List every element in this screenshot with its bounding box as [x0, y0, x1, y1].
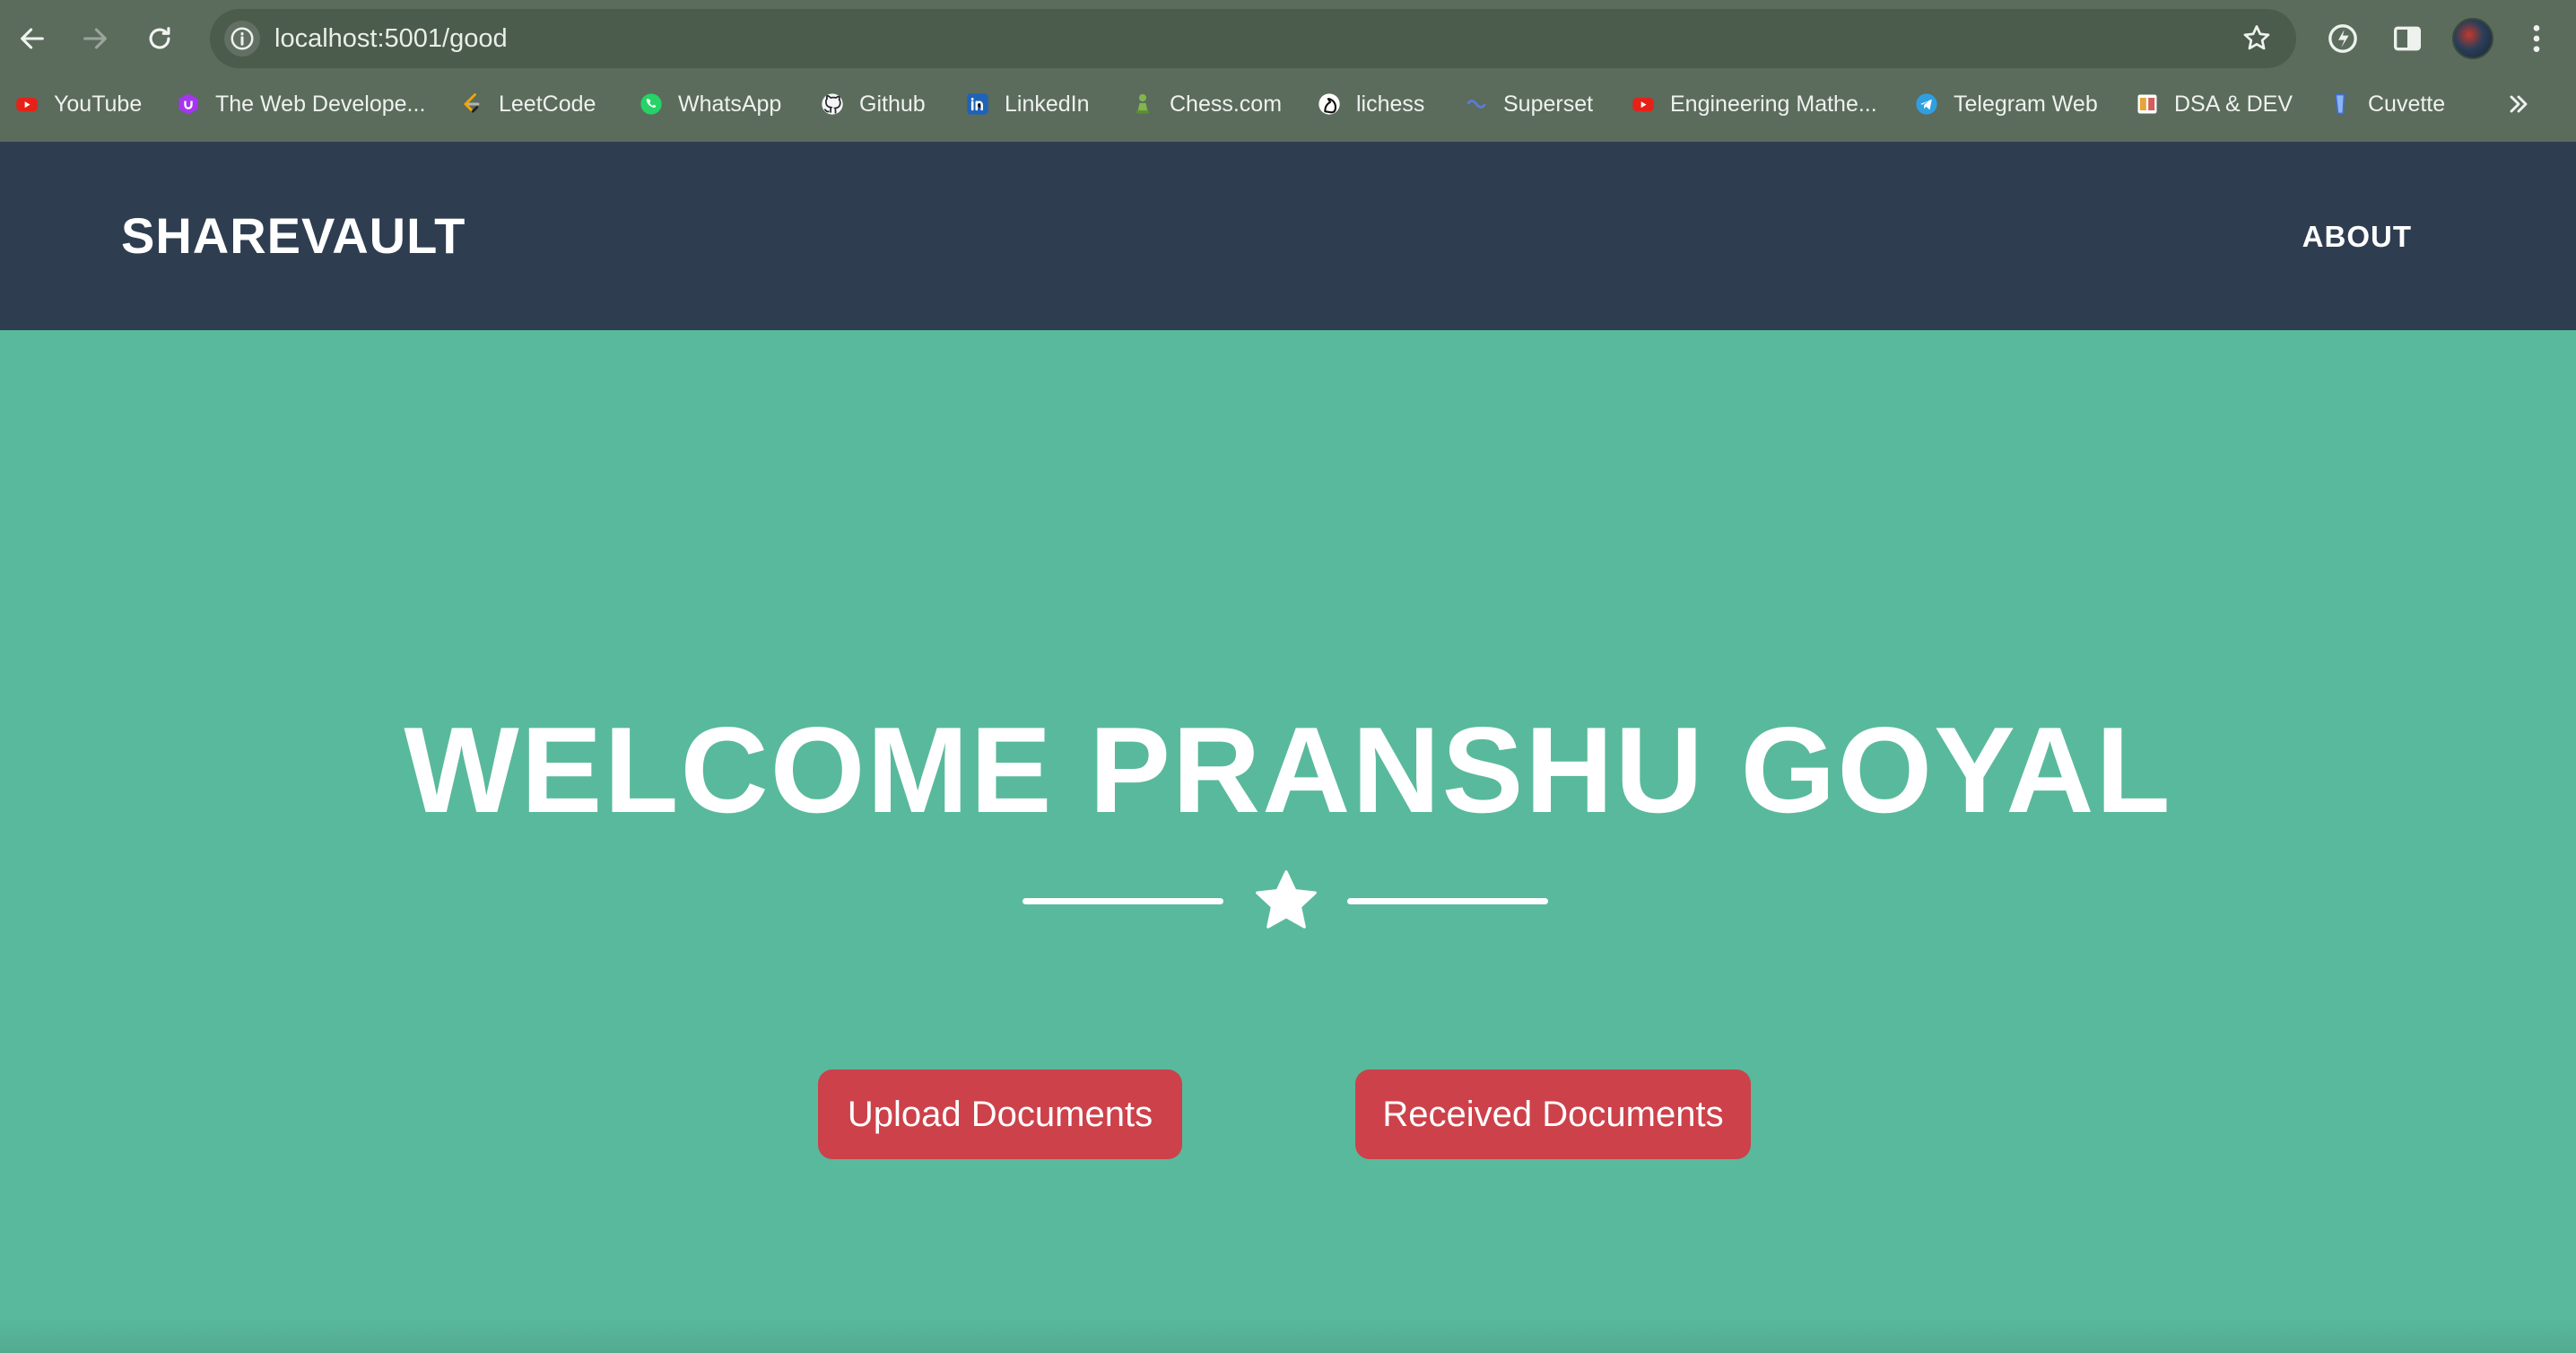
lichess-icon	[1317, 92, 1342, 117]
nav-link-about[interactable]: ABOUT	[2302, 220, 2412, 254]
more-menu-icon[interactable]	[2519, 21, 2554, 57]
browser-chrome: localhost:5001/good YouTube The Web Deve…	[0, 0, 2576, 142]
linkedin-icon	[965, 92, 990, 117]
bookmarks-bar: YouTube The Web Develope... LeetCode Wha…	[0, 77, 2576, 142]
site-navbar: SHAREVAULT ABOUT	[0, 142, 2576, 330]
bookmark-label: LinkedIn	[1005, 91, 1090, 117]
bookmark-web-developer[interactable]: The Web Develope...	[176, 77, 425, 131]
chevron-double-right-icon[interactable]	[2504, 90, 2533, 118]
telegram-icon	[1914, 92, 1939, 117]
bookmark-whatsapp[interactable]: WhatsApp	[639, 77, 781, 131]
upload-documents-button[interactable]: Upload Documents	[818, 1069, 1182, 1159]
bookmark-github[interactable]: Github	[820, 77, 926, 131]
extension-icon[interactable]	[2325, 21, 2361, 57]
bookmark-label: Superset	[1503, 91, 1594, 117]
youtube-icon	[1631, 92, 1656, 117]
bookmark-chess[interactable]: Chess.com	[1130, 77, 1282, 131]
back-button[interactable]	[9, 15, 56, 62]
arrow-right-icon	[83, 28, 107, 49]
reload-button[interactable]	[136, 15, 183, 62]
leetcode-icon	[459, 92, 484, 117]
bookmark-engineering-maths[interactable]: Engineering Mathe...	[1631, 77, 1877, 131]
bookmark-linkedin[interactable]: LinkedIn	[965, 77, 1090, 131]
bookmark-label: lichess	[1356, 91, 1425, 117]
bookmark-cuvette[interactable]: Cuvette	[2328, 77, 2445, 131]
url-text[interactable]: localhost:5001/good	[274, 9, 508, 68]
bookmark-dsa-dev[interactable]: DSA & DEV	[2135, 77, 2293, 131]
bookmark-youtube[interactable]: YouTube	[14, 77, 142, 131]
star-icon	[1256, 870, 1317, 929]
superset-icon	[1464, 92, 1489, 117]
forward-button[interactable]	[72, 15, 118, 62]
welcome-heading: WELCOME PRANSHU GOYAL	[404, 702, 2172, 838]
hero-bottom-shadow	[0, 1317, 2576, 1353]
hero-section: WELCOME PRANSHU GOYAL Upload Documents R…	[0, 330, 2576, 1353]
youtube-icon	[14, 92, 39, 117]
divider-line-left	[1023, 898, 1223, 904]
address-bar[interactable]: localhost:5001/good	[210, 9, 2296, 68]
chess-pawn-icon	[1130, 92, 1155, 117]
notebook-icon	[2135, 92, 2160, 117]
bookmark-telegram[interactable]: Telegram Web	[1914, 77, 2098, 131]
whatsapp-icon	[639, 92, 664, 117]
bookmark-superset[interactable]: Superset	[1464, 77, 1593, 131]
bookmark-label: Chess.com	[1170, 91, 1283, 117]
profile-avatar[interactable]	[2452, 18, 2493, 59]
browser-toolbar: localhost:5001/good	[0, 0, 2576, 77]
bookmark-leetcode[interactable]: LeetCode	[459, 77, 596, 131]
arrow-left-icon	[21, 28, 44, 49]
bookmark-label: The Web Develope...	[215, 91, 426, 117]
bookmark-label: WhatsApp	[678, 91, 782, 117]
github-icon	[820, 92, 845, 117]
bookmark-label: Telegram Web	[1954, 91, 2098, 117]
side-panel-icon[interactable]	[2389, 21, 2425, 57]
star-divider	[1021, 860, 1550, 940]
divider-line-right	[1347, 898, 1548, 904]
bookmark-label: Engineering Mathe...	[1670, 91, 1877, 117]
bookmark-label: Github	[859, 91, 926, 117]
bookmark-label: Cuvette	[2368, 91, 2446, 117]
site-info-icon[interactable]	[224, 21, 260, 57]
bookmark-label: YouTube	[54, 91, 143, 117]
bookmark-lichess[interactable]: lichess	[1317, 77, 1424, 131]
bookmark-label: DSA & DEV	[2174, 91, 2293, 117]
cuvette-icon	[2328, 92, 2354, 117]
reload-icon	[149, 27, 170, 49]
brand-logo[interactable]: SHAREVAULT	[121, 206, 466, 265]
udemy-icon	[176, 92, 201, 117]
bookmark-star-icon[interactable]	[2241, 22, 2273, 55]
bookmark-label: LeetCode	[499, 91, 596, 117]
received-documents-button[interactable]: Received Documents	[1355, 1069, 1751, 1159]
